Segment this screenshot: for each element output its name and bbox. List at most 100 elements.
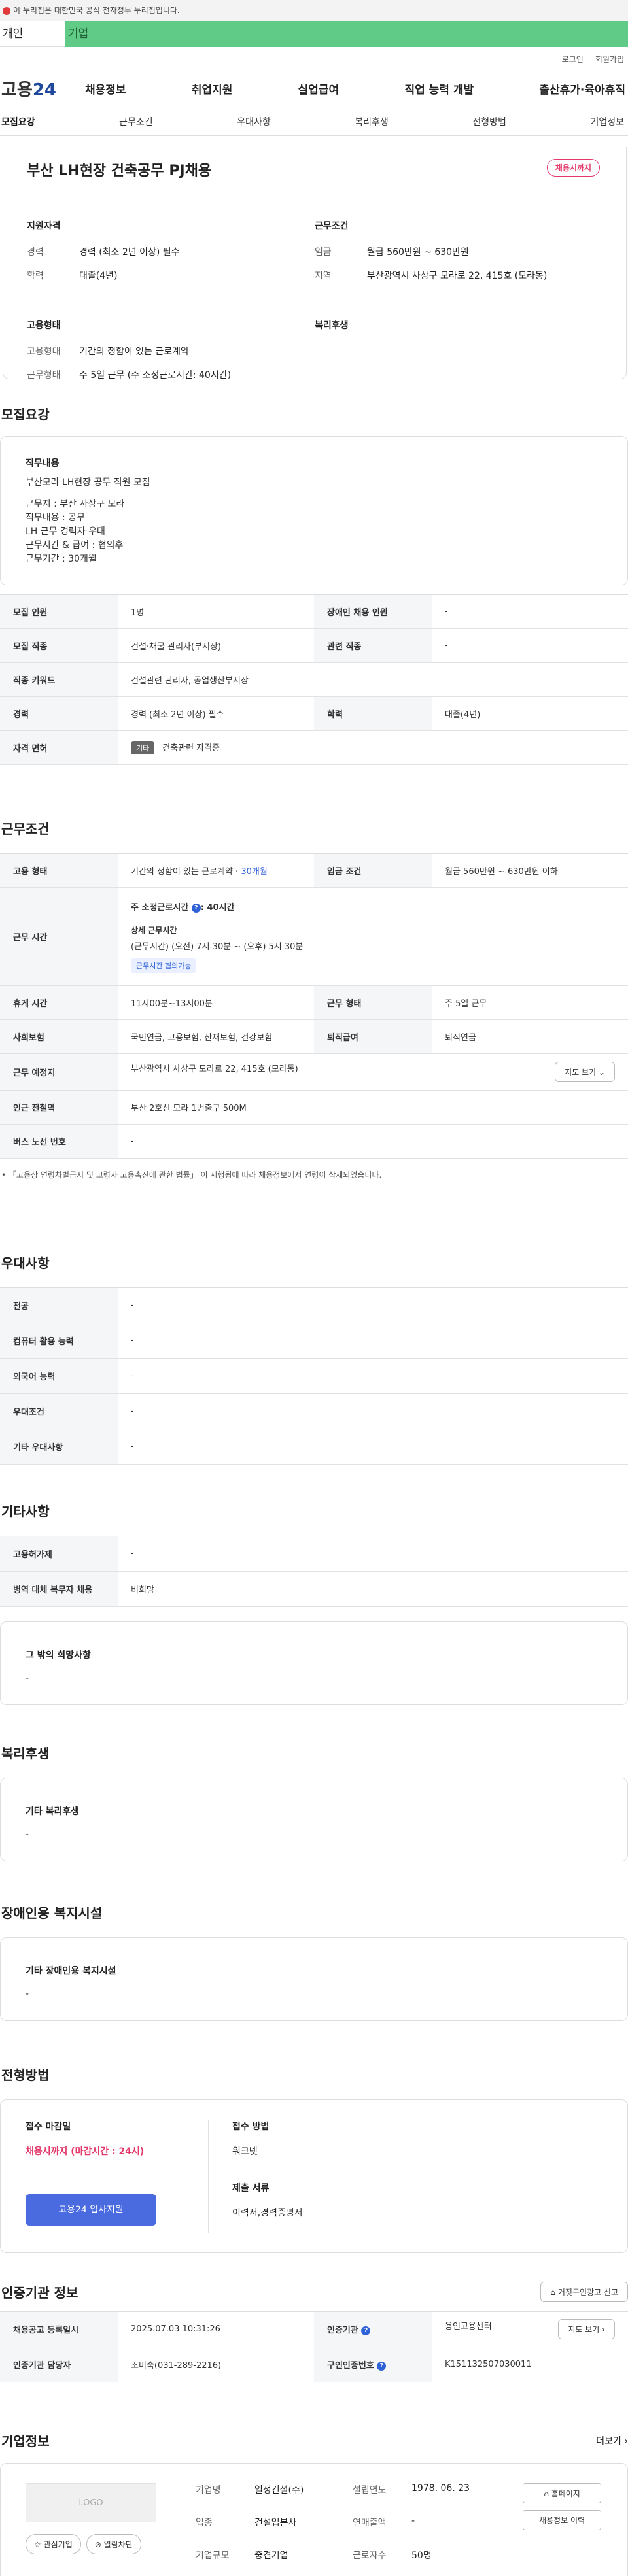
gnb-item-employment-support[interactable]: 취업지원 — [192, 80, 233, 97]
site-logo[interactable]: 고용24 — [0, 76, 85, 101]
license-value: 건축관련 자격증 — [162, 743, 220, 753]
subnav-welfare[interactable]: 복리후생 — [355, 115, 389, 128]
chevron-right-icon: › — [602, 2325, 605, 2334]
emp-type-text: 기간의 정함이 있는 근로계약 · — [131, 867, 241, 877]
row-value: - — [118, 1323, 628, 1359]
row-key: 휴게 시간 — [0, 985, 118, 1020]
address-cell: 부산광역시 사상구 모라로 22, 415호 (모라동) 지도 보기 ⌄ — [118, 1053, 628, 1091]
map-button[interactable]: 지도 보기 ⌄ — [555, 1062, 615, 1082]
row-key: 사회보험 — [0, 1019, 118, 1054]
license-cell: 기타 건축관련 자격증 — [118, 730, 628, 765]
signup-link[interactable]: 회원가입 — [595, 54, 624, 65]
subnav-company[interactable]: 기업정보 — [590, 115, 624, 128]
welfare-box: 기타 복리후생 - — [0, 1778, 628, 1861]
row-value: 건설·채굴 관리자(부서장) — [118, 628, 314, 663]
table-row: 직종 키워드 건설관련 관리자, 공업생산부서장 — [0, 662, 628, 697]
company-name: 일성건설(주) — [254, 2485, 304, 2496]
kv-value: 월급 560만원 ~ 630만원 — [367, 247, 469, 258]
global-nav: 고용24 채용정보 취업지원 실업급여 직업 능력 개발 출산휴가·육아휴직 — [0, 71, 628, 107]
row-key: 경력 — [0, 696, 118, 731]
address-value: 부산광역시 사상구 모라로 22, 415호 (모라동) — [131, 1064, 298, 1074]
kv-value: 주 5일 근무 (주 소정근로시간: 40시간) — [79, 370, 232, 381]
table-row: 채용공고 등록일시 2025.07.03 10:31:26 인증기관 ? 용인고용… — [0, 2311, 628, 2347]
logo-text: 고용 — [1, 80, 33, 100]
help-icon[interactable]: ? — [191, 903, 201, 913]
field-key: 근로자수 — [353, 2551, 387, 2561]
row-value: 대졸(4년) — [432, 696, 628, 731]
company-right-actions: ⌂ 홈페이지 채용정보 이력 — [523, 2483, 601, 2530]
subnav-apply[interactable]: 전형방법 — [472, 115, 506, 128]
duty-line: LH 근무 경력자 우대 — [26, 526, 105, 537]
tab-person[interactable]: 개인 — [0, 21, 65, 47]
duty-line: 근무시간 & 급여 : 협의후 — [26, 540, 124, 551]
welfare-section-title: 복리후생 — [1, 1746, 50, 1761]
report-button-label: 거짓구인광고 신고 — [557, 2288, 618, 2297]
report-button[interactable]: ⌂ 거짓구인광고 신고 — [540, 2282, 628, 2302]
tab-company[interactable]: 기업 — [65, 21, 628, 47]
row-value: K151132507030011 — [432, 2347, 628, 2382]
gnb-item-training[interactable]: 직업 능력 개발 — [404, 80, 474, 97]
kv-key: 지역 — [315, 271, 332, 281]
help-icon[interactable]: ? — [361, 2326, 371, 2335]
company-more-link[interactable]: 더보기 › — [596, 2434, 628, 2447]
gnb-item-leave[interactable]: 출산휴가·육아휴직 — [539, 80, 625, 97]
subnav-work[interactable]: 근무조건 — [119, 115, 153, 128]
company-section: 기업정보 더보기 › LOGO ☆ 관심기업 ⊘ 열람차단 기업명 일성건설(주)… — [0, 2431, 628, 2576]
subnav-recruit[interactable]: 모집요강 — [1, 115, 35, 128]
gnb-item-jobs[interactable]: 채용정보 — [85, 80, 126, 97]
method-title: 접수 방법 — [232, 2122, 270, 2132]
table-row: 컴퓨터 활용 능력 - — [0, 1323, 628, 1359]
qual-education: 학력 대졸(4년) — [27, 269, 315, 282]
disabled-title: 장애인용 복지시설 — [1, 1905, 103, 1921]
table-row: 자격 면허 기타 건축관련 자격증 — [0, 730, 628, 765]
welfare-box-title: 기타 복리후생 — [26, 1806, 80, 1817]
table-row: 근무 예정지 부산광역시 사상구 모라로 22, 415호 (모라동) 지도 보기… — [0, 1053, 628, 1091]
homepage-button[interactable]: ⌂ 홈페이지 — [523, 2483, 601, 2503]
table-row: 고용허가제 - — [0, 1536, 628, 1572]
company-header: 기업정보 더보기 › — [0, 2431, 628, 2450]
utility-bar: 로그인 회원가입 — [0, 47, 628, 71]
row-value: 1명 — [118, 594, 314, 629]
row-value: - — [118, 1393, 628, 1429]
help-icon[interactable]: ? — [377, 2361, 387, 2371]
user-type-tabs: 개인 기업 — [0, 21, 628, 47]
disabled-box: 기타 장애인용 복지시설 - — [0, 1937, 628, 2021]
table-row: 기타 우대사항 - — [0, 1429, 628, 1465]
apply-button[interactable]: 고용24 입사지원 — [26, 2194, 156, 2226]
interest-button[interactable]: ☆ 관심기업 — [26, 2534, 81, 2554]
row-key: 버스 노선 번호 — [0, 1124, 118, 1159]
table-row: 버스 노선 번호 - — [0, 1124, 628, 1159]
login-link[interactable]: 로그인 — [562, 54, 584, 65]
row-value: 용인고용센터 지도 보기 › — [432, 2311, 628, 2347]
table-row: 인증기관 담당자 조미숙(031-289-2216) 구인인증번호 ? K1511… — [0, 2347, 628, 2382]
etc-section: 기타사항 고용허가제 - 병역 대체 복무자 채용 비희망 그 밖의 희망사항 - — [0, 1501, 628, 1705]
subnav-pref[interactable]: 우대사항 — [237, 115, 271, 128]
pref-section: 우대사항 전공 - 컴퓨터 활용 능력 - 외국어 능력 - 우대조건 - 기타 우대사… — [0, 1253, 628, 1465]
pref-table: 전공 - 컴퓨터 활용 능력 - 외국어 능력 - 우대조건 - 기타 우대사항 - — [0, 1287, 628, 1465]
row-value: 11시00분~13시00분 — [118, 985, 314, 1020]
history-button[interactable]: 채용정보 이력 — [523, 2510, 601, 2530]
method-value: 워크넷 — [232, 2146, 258, 2157]
cond-wage: 임금 월급 560만원 ~ 630만원 — [315, 245, 602, 258]
company-box: LOGO ☆ 관심기업 ⊘ 열람차단 기업명 일성건설(주) 설립연도 1978. … — [0, 2463, 628, 2576]
welfare-title: 복리후생 — [315, 320, 349, 331]
emp-period: 30개월 — [241, 867, 268, 877]
table-row: 경력 경력 (최소 2년 이상) 필수 학력 대졸(4년) — [0, 696, 628, 731]
other-wish-box: 그 밖의 희망사항 - — [0, 1621, 628, 1705]
weekly-hours: 주 소정근로시간 ?: 40시간 — [131, 900, 615, 913]
row-key: 모집 인원 — [0, 594, 118, 629]
welfare-section: 복리후생 기타 복리후생 - — [0, 1743, 628, 1861]
detail-time-title: 상세 근무시간 — [131, 926, 177, 935]
table-row: 고용 형태 기간의 정함이 있는 근로계약 · 30개월 임금 조건 월급 560… — [0, 853, 628, 888]
row-key: 관련 직종 — [314, 628, 432, 663]
cert-agency-value: 용인고용센터 — [445, 2322, 492, 2331]
employee-count: 50명 — [411, 2551, 432, 2561]
row-value: 2025.07.03 10:31:26 — [118, 2311, 314, 2347]
agency-map-label: 지도 보기 — [568, 2325, 600, 2334]
agency-map-button[interactable]: 지도 보기 › — [558, 2319, 615, 2339]
gnb-item-unemployment[interactable]: 실업급여 — [298, 80, 340, 97]
kv-key: 학력 — [27, 271, 44, 281]
company-left: LOGO ☆ 관심기업 ⊘ 열람차단 — [26, 2483, 156, 2567]
field-key: 업종 — [196, 2518, 213, 2528]
block-button[interactable]: ⊘ 열람차단 — [86, 2534, 141, 2554]
